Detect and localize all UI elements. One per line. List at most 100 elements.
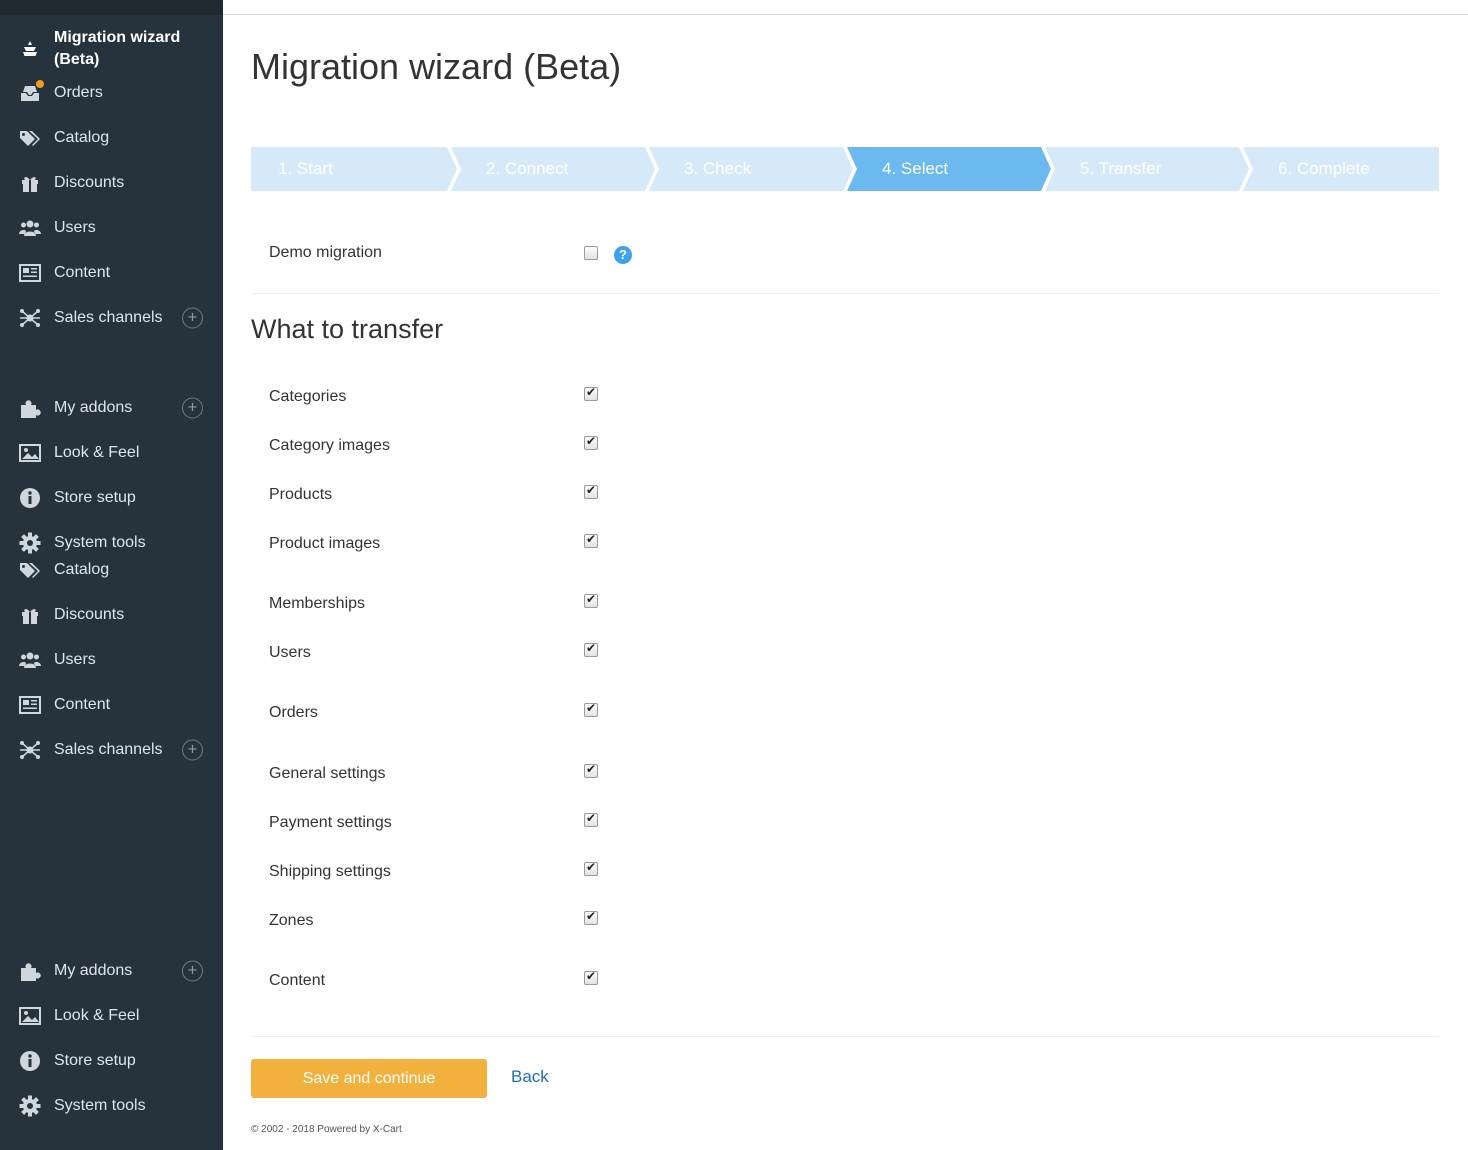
transfer-option-checkbox[interactable] bbox=[584, 811, 598, 827]
users-icon bbox=[19, 649, 41, 671]
add-icon[interactable]: + bbox=[182, 397, 203, 419]
transfer-option-label: Orders bbox=[269, 704, 318, 721]
sidebar-item-label: My addons bbox=[54, 962, 133, 979]
sidebar-item-label: Look & Feel bbox=[54, 444, 140, 461]
transfer-option-label: Users bbox=[269, 644, 311, 661]
transfer-option-checkbox[interactable] bbox=[584, 641, 598, 657]
sidebar-item-content[interactable]: Content bbox=[0, 253, 223, 293]
sidebar-item-sales-channels-dup[interactable]: Sales channels + bbox=[0, 730, 223, 770]
transfer-option-checkbox[interactable] bbox=[584, 860, 598, 876]
users-icon bbox=[19, 217, 41, 239]
image-icon bbox=[19, 1005, 41, 1027]
sidebar-item-label: Users bbox=[54, 651, 96, 668]
wizard-step-label: 6. Complete bbox=[1278, 159, 1370, 178]
save-and-continue-button[interactable]: Save and continue bbox=[251, 1059, 487, 1098]
back-link[interactable]: Back bbox=[511, 1067, 549, 1087]
sidebar-item-catalog-dup[interactable]: Catalog bbox=[0, 550, 223, 590]
tags-icon bbox=[19, 127, 41, 149]
wizard-step: 4. Select bbox=[845, 147, 1053, 191]
add-icon[interactable]: + bbox=[182, 960, 203, 982]
transfer-option-checkbox[interactable] bbox=[584, 969, 598, 985]
add-icon[interactable]: + bbox=[182, 307, 203, 329]
transfer-option-label: Memberships bbox=[269, 595, 366, 612]
wizard-step: 6. Complete bbox=[1241, 147, 1449, 191]
demo-migration-label: Demo migration bbox=[269, 244, 382, 261]
divider bbox=[251, 1036, 1439, 1037]
image-icon bbox=[19, 442, 41, 464]
add-icon[interactable]: + bbox=[182, 739, 203, 761]
wizard-step: 3. Check bbox=[647, 147, 855, 191]
network-icon bbox=[19, 307, 41, 329]
sidebar-item-label: Catalog bbox=[54, 561, 110, 578]
sidebar-item-label: Catalog bbox=[54, 129, 110, 146]
wizard-step-label: 1. Start bbox=[278, 159, 333, 178]
sidebar-item-catalog[interactable]: Catalog bbox=[0, 118, 223, 158]
transfer-option-checkbox[interactable] bbox=[584, 909, 598, 925]
transfer-option-checkbox[interactable] bbox=[584, 762, 598, 778]
sidebar-item-label: Store setup bbox=[54, 489, 136, 506]
sidebar-item-look-feel-dup[interactable]: Look & Feel bbox=[0, 996, 223, 1036]
sidebar-item-label: System tools bbox=[54, 1097, 146, 1114]
puzzle-icon bbox=[19, 960, 41, 982]
sidebar-item-orders[interactable]: Orders bbox=[0, 73, 223, 113]
sidebar-item-discounts[interactable]: Discounts bbox=[0, 163, 223, 203]
section-title: What to transfer bbox=[251, 314, 444, 344]
page-title: Migration wizard (Beta) bbox=[251, 46, 622, 87]
sidebar-item-look-feel[interactable]: Look & Feel bbox=[0, 433, 223, 473]
wizard-step-label: 3. Check bbox=[684, 159, 752, 178]
sidebar: Migration wizard (Beta) Orders Catalog Dis… bbox=[0, 0, 223, 1150]
transfer-option-label: Zones bbox=[269, 912, 314, 929]
divider bbox=[251, 293, 1439, 294]
info-icon bbox=[19, 487, 41, 509]
sidebar-item-store-setup[interactable]: Store setup bbox=[0, 478, 223, 518]
sidebar-item-migration-wizard[interactable]: Migration wizard (Beta) bbox=[0, 27, 223, 71]
sidebar-item-label: Sales channels bbox=[54, 309, 163, 326]
orders-icon bbox=[19, 80, 44, 104]
help-icon[interactable]: ? bbox=[614, 246, 632, 264]
transfer-option-label: Product images bbox=[269, 535, 381, 552]
sidebar-item-my-addons-dup[interactable]: My addons + bbox=[0, 951, 223, 991]
transfer-option-label: Categories bbox=[269, 388, 347, 405]
wizard-steps: 1. Start 2. Connect 3. Check 4. Select 5. Tr… bbox=[251, 147, 1439, 191]
sidebar-item-label: Migration wizard (Beta) bbox=[54, 29, 181, 68]
puzzle-icon bbox=[19, 397, 41, 419]
notification-dot bbox=[36, 80, 44, 88]
demo-migration-checkbox[interactable] bbox=[584, 246, 598, 260]
sidebar-item-label: Discounts bbox=[54, 606, 125, 623]
sidebar-item-my-addons[interactable]: My addons + bbox=[0, 388, 223, 428]
sidebar-item-label: Content bbox=[54, 264, 111, 281]
transfer-option-checkbox[interactable] bbox=[584, 434, 598, 450]
wizard-step-label: 5. Transfer bbox=[1080, 159, 1162, 178]
sidebar-item-users[interactable]: Users bbox=[0, 208, 223, 248]
content-icon bbox=[19, 262, 41, 284]
sidebar-item-sales-channels[interactable]: Sales channels + bbox=[0, 298, 223, 338]
sidebar-item-label: Look & Feel bbox=[54, 1007, 140, 1024]
transfer-option-label: Shipping settings bbox=[269, 863, 391, 880]
top-bar bbox=[223, 0, 1468, 15]
sidebar-item-content-dup[interactable]: Content bbox=[0, 685, 223, 725]
transfer-option-label: Category images bbox=[269, 437, 390, 454]
sidebar-item-label: My addons bbox=[54, 399, 133, 416]
sidebar-item-users-dup[interactable]: Users bbox=[0, 640, 223, 680]
sidebar-item-label: Content bbox=[54, 696, 111, 713]
gift-icon bbox=[19, 604, 41, 626]
wizard-step: 2. Connect bbox=[449, 147, 657, 191]
sidebar-item-system-tools-dup[interactable]: System tools bbox=[0, 1086, 223, 1126]
wizard-step-label: 4. Select bbox=[882, 159, 949, 178]
sidebar-item-label: Discounts bbox=[54, 174, 125, 191]
transfer-option-checkbox[interactable] bbox=[584, 385, 598, 401]
migration-icon bbox=[19, 38, 41, 60]
transfer-option-checkbox[interactable] bbox=[584, 701, 598, 717]
sidebar-item-label: Users bbox=[54, 219, 96, 236]
sidebar-item-store-setup-dup[interactable]: Store setup bbox=[0, 1041, 223, 1081]
transfer-option-checkbox[interactable] bbox=[584, 532, 598, 548]
wizard-step-label: 2. Connect bbox=[486, 159, 569, 178]
sidebar-item-label: Orders bbox=[54, 84, 103, 101]
content-icon bbox=[19, 694, 41, 716]
transfer-option-label: Content bbox=[269, 972, 326, 989]
transfer-option-checkbox[interactable] bbox=[584, 483, 598, 499]
sidebar-item-discounts-dup[interactable]: Discounts bbox=[0, 595, 223, 635]
wizard-step: 5. Transfer bbox=[1043, 147, 1251, 191]
wizard-step: 1. Start bbox=[251, 147, 459, 191]
transfer-option-checkbox[interactable] bbox=[584, 592, 598, 608]
